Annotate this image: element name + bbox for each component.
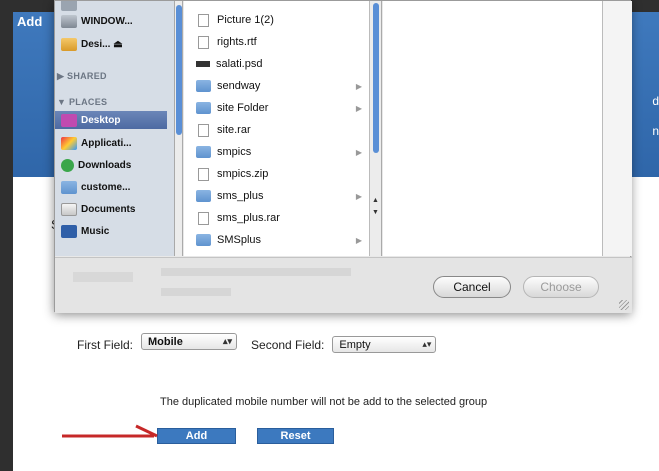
sidebar-item-label: Documents	[81, 203, 136, 215]
sidebar-item-customer[interactable]: custome...	[61, 178, 130, 196]
documents-icon	[61, 202, 77, 216]
folder-icon	[196, 102, 211, 114]
folder-icon	[196, 80, 211, 92]
file-name: sendway	[217, 80, 261, 92]
field-mapping-row: First Field: Mobile ▴▾ Second Field: Emp…	[77, 333, 437, 353]
sidebar-item-documents[interactable]: Documents	[61, 200, 135, 218]
file-list-item[interactable]: sendway ▶	[196, 77, 366, 95]
file-name: salati.psd	[216, 58, 263, 70]
sidebar-item-music[interactable]: Music	[61, 222, 109, 240]
header-text-fragment: d	[652, 94, 659, 108]
file-list-item[interactable]: sms_plus ▶	[196, 187, 366, 205]
document-icon	[198, 13, 209, 27]
updown-arrows-icon: ▴▾	[222, 336, 233, 346]
reset-button[interactable]: Reset	[257, 428, 334, 444]
file-list-item[interactable]: rights.rtf	[196, 33, 366, 51]
first-field-select[interactable]: Mobile ▴▾	[141, 333, 238, 350]
second-field-select[interactable]: Empty ▴▾	[332, 336, 437, 353]
sidebar-item-downloads[interactable]: Downloads	[61, 156, 131, 174]
file-name: smpics	[217, 146, 252, 158]
document-icon	[198, 123, 209, 137]
sidebar-item-label: Desktop	[81, 114, 121, 126]
drive-icon	[61, 1, 77, 11]
sidebar-item-label: Applicati...	[81, 137, 132, 149]
add-button[interactable]: Add	[157, 428, 236, 444]
finder-sidebar: WINDOW... Desi... ⏏ ▶ SHARED ▼ PLACES De…	[55, 1, 175, 256]
duplicate-note: The duplicated mobile number will not be…	[160, 396, 488, 408]
scroll-down-icon[interactable]: ▼	[372, 209, 379, 216]
chevron-right-icon: ▶	[355, 147, 362, 157]
filter-label-blurred	[73, 272, 133, 282]
file-name: site.rar	[217, 124, 251, 136]
file-name: SMSplus	[217, 234, 262, 246]
folder-icon	[196, 146, 211, 158]
first-field-value: Mobile	[148, 335, 183, 348]
sidebar-item-desktop[interactable]: Desktop	[55, 111, 167, 129]
sidebar-scrollbar[interactable]	[175, 1, 183, 256]
file-list-item[interactable]: smpics.zip	[196, 165, 366, 183]
music-icon	[61, 224, 77, 238]
file-name: sms_plus.rar	[217, 212, 280, 224]
page-title: Add	[17, 14, 43, 29]
sidebar-item-applications[interactable]: Applicati...	[61, 134, 132, 152]
chevron-right-icon: ▶	[355, 103, 362, 113]
file-list-item[interactable]: site Folder ▶	[196, 99, 366, 117]
second-field-value: Empty	[339, 338, 371, 351]
file-name: sms_plus	[217, 190, 264, 202]
sidebar-item-label: Music	[81, 225, 110, 237]
resize-grip-icon[interactable]	[619, 300, 629, 310]
file-chooser-dialog: WINDOW... Desi... ⏏ ▶ SHARED ▼ PLACES De…	[54, 0, 632, 313]
file-name: site Folder	[217, 102, 269, 114]
file-list-item[interactable]: sms_plus.rar	[196, 209, 366, 227]
sidebar-item-desktop-drive[interactable]: Desi... ⏏	[61, 35, 123, 53]
cancel-button[interactable]: Cancel	[433, 276, 511, 298]
file-list-item[interactable]: Picture 1(2)	[196, 11, 366, 29]
file-column-scrollbar[interactable]: ▲ ▼	[370, 1, 382, 256]
file-column: Picture 1(2) rights.rtf salati.psd sendway ▶…	[184, 1, 370, 256]
preview-scrollbar[interactable]	[603, 1, 632, 256]
document-icon	[198, 211, 209, 225]
sidebar-item-label: WINDOW...	[81, 15, 133, 27]
file-list-item[interactable]: salati.psd	[196, 55, 366, 73]
filter-text-blurred	[161, 288, 231, 296]
file-name: Picture 1(2)	[217, 14, 274, 26]
sidebar-item-windows[interactable]: WINDOW...	[61, 12, 133, 30]
header-text-fragment: n	[652, 124, 659, 138]
first-field-label: First Field:	[77, 337, 134, 352]
file-list-item[interactable]: site.rar	[196, 121, 366, 139]
drive-icon	[61, 14, 77, 28]
file-name: smpics.zip	[217, 168, 269, 180]
scroll-up-icon[interactable]: ▲	[372, 197, 379, 204]
dialog-controls: Cancel Choose	[55, 257, 632, 313]
desktop-icon	[61, 113, 77, 127]
chevron-right-icon: ▶	[355, 191, 362, 201]
updown-arrows-icon: ▴▾	[422, 339, 432, 349]
folder-icon	[61, 180, 77, 194]
preview-column	[383, 1, 603, 256]
file-list-item[interactable]: smpics ▶	[196, 143, 366, 161]
applications-icon	[61, 136, 77, 150]
scroll-thumb[interactable]	[176, 5, 182, 135]
desktop-drive-icon	[61, 37, 77, 51]
shared-section-header[interactable]: ▶ SHARED	[57, 71, 107, 82]
file-list-item[interactable]: SMSplus ▶	[196, 231, 366, 249]
file-name: rights.rtf	[217, 36, 257, 48]
places-section-header[interactable]: ▼ PLACES	[57, 97, 107, 107]
chevron-right-icon: ▶	[355, 81, 362, 91]
document-icon	[198, 167, 209, 181]
sidebar-item-label: custome...	[81, 181, 131, 193]
second-field-label: Second Field:	[251, 337, 325, 352]
document-icon	[198, 35, 209, 49]
filter-text-blurred	[161, 268, 351, 276]
psd-file-icon	[196, 61, 210, 67]
choose-button[interactable]: Choose	[523, 276, 599, 298]
folder-icon	[196, 190, 211, 202]
folder-icon	[196, 234, 211, 246]
chevron-right-icon: ▶	[355, 235, 362, 245]
sidebar-item-label: Downloads	[78, 159, 132, 171]
downloads-icon	[61, 158, 74, 172]
scroll-thumb[interactable]	[373, 3, 379, 153]
red-arrow-icon	[62, 424, 158, 438]
sidebar-item-label: Desi... ⏏	[81, 38, 123, 50]
